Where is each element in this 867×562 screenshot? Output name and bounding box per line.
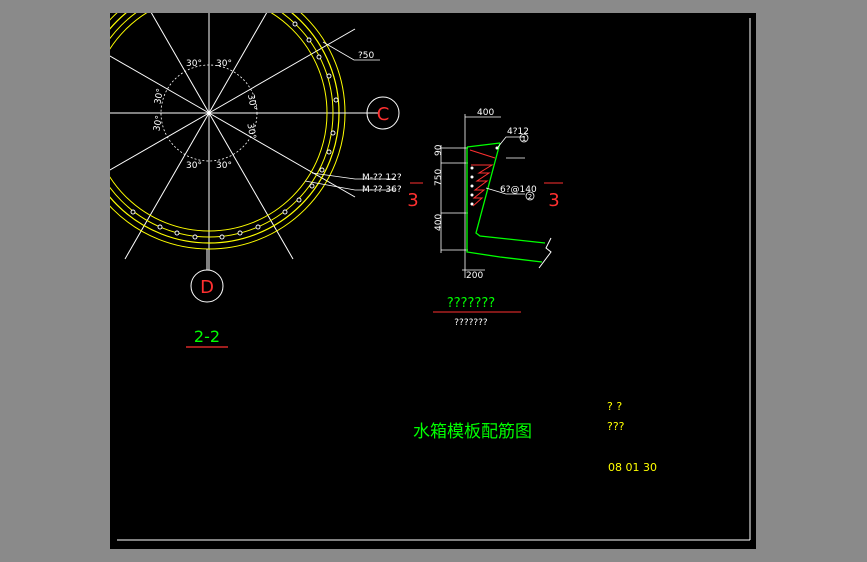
rebar-1-tag: 1 <box>522 135 526 143</box>
angle-label: 30° <box>216 161 232 171</box>
cut-label-left: 3 <box>407 190 418 211</box>
wall-section-outline <box>466 142 546 263</box>
drawing-sheet: 30° 30° 30° 30° 30° 30° 30° 30° ?50 M-??… <box>110 13 756 549</box>
dim-90: 90 <box>434 144 444 156</box>
caption-main: ??????? <box>447 296 495 311</box>
title-field-1: ? ? <box>607 400 622 413</box>
caption-sub: ??????? <box>454 318 488 328</box>
section-caption: ??????? ??????? <box>433 296 521 328</box>
section-title-2-2: 2-2 <box>186 327 228 348</box>
dim-bottom: 200 <box>466 271 483 281</box>
angle-label: 30° <box>186 59 202 69</box>
axis-label-d: D <box>200 277 214 298</box>
angle-label: 30° <box>186 161 202 171</box>
tank-wall-rings <box>110 13 346 250</box>
note-bolt-2: M-?? 36? <box>362 185 402 195</box>
axis-bubble-d: D <box>190 249 224 303</box>
angle-label: 30° <box>244 123 257 140</box>
angle-label: 30° <box>245 94 258 111</box>
angle-label: 30° <box>152 115 165 132</box>
angle-label: 30° <box>216 59 232 69</box>
cut-label-right: 3 <box>548 190 559 211</box>
axis-bubble-c: C <box>336 96 400 130</box>
dim-750: 750 <box>434 169 444 186</box>
title-block: 水箱模板配筋图 ? ? ??? 08 01 30 <box>413 400 657 474</box>
note-top: ?50 <box>358 51 375 61</box>
note-bolt-1: M-?? 12? <box>362 173 402 183</box>
dim-top: 400 <box>477 108 494 118</box>
drawing-title: 水箱模板配筋图 <box>413 422 532 442</box>
drawing-date: 08 01 30 <box>608 461 657 474</box>
rebar-2-tag: 2 <box>528 193 532 201</box>
title-field-2: ??? <box>607 420 625 433</box>
section-title: 2-2 <box>194 327 220 346</box>
dim-400: 400 <box>434 214 444 231</box>
cad-drawing: 30° 30° 30° 30° 30° 30° 30° 30° ?50 M-??… <box>110 13 751 541</box>
axis-label-c: C <box>377 104 390 125</box>
angle-label: 30° <box>153 88 166 105</box>
